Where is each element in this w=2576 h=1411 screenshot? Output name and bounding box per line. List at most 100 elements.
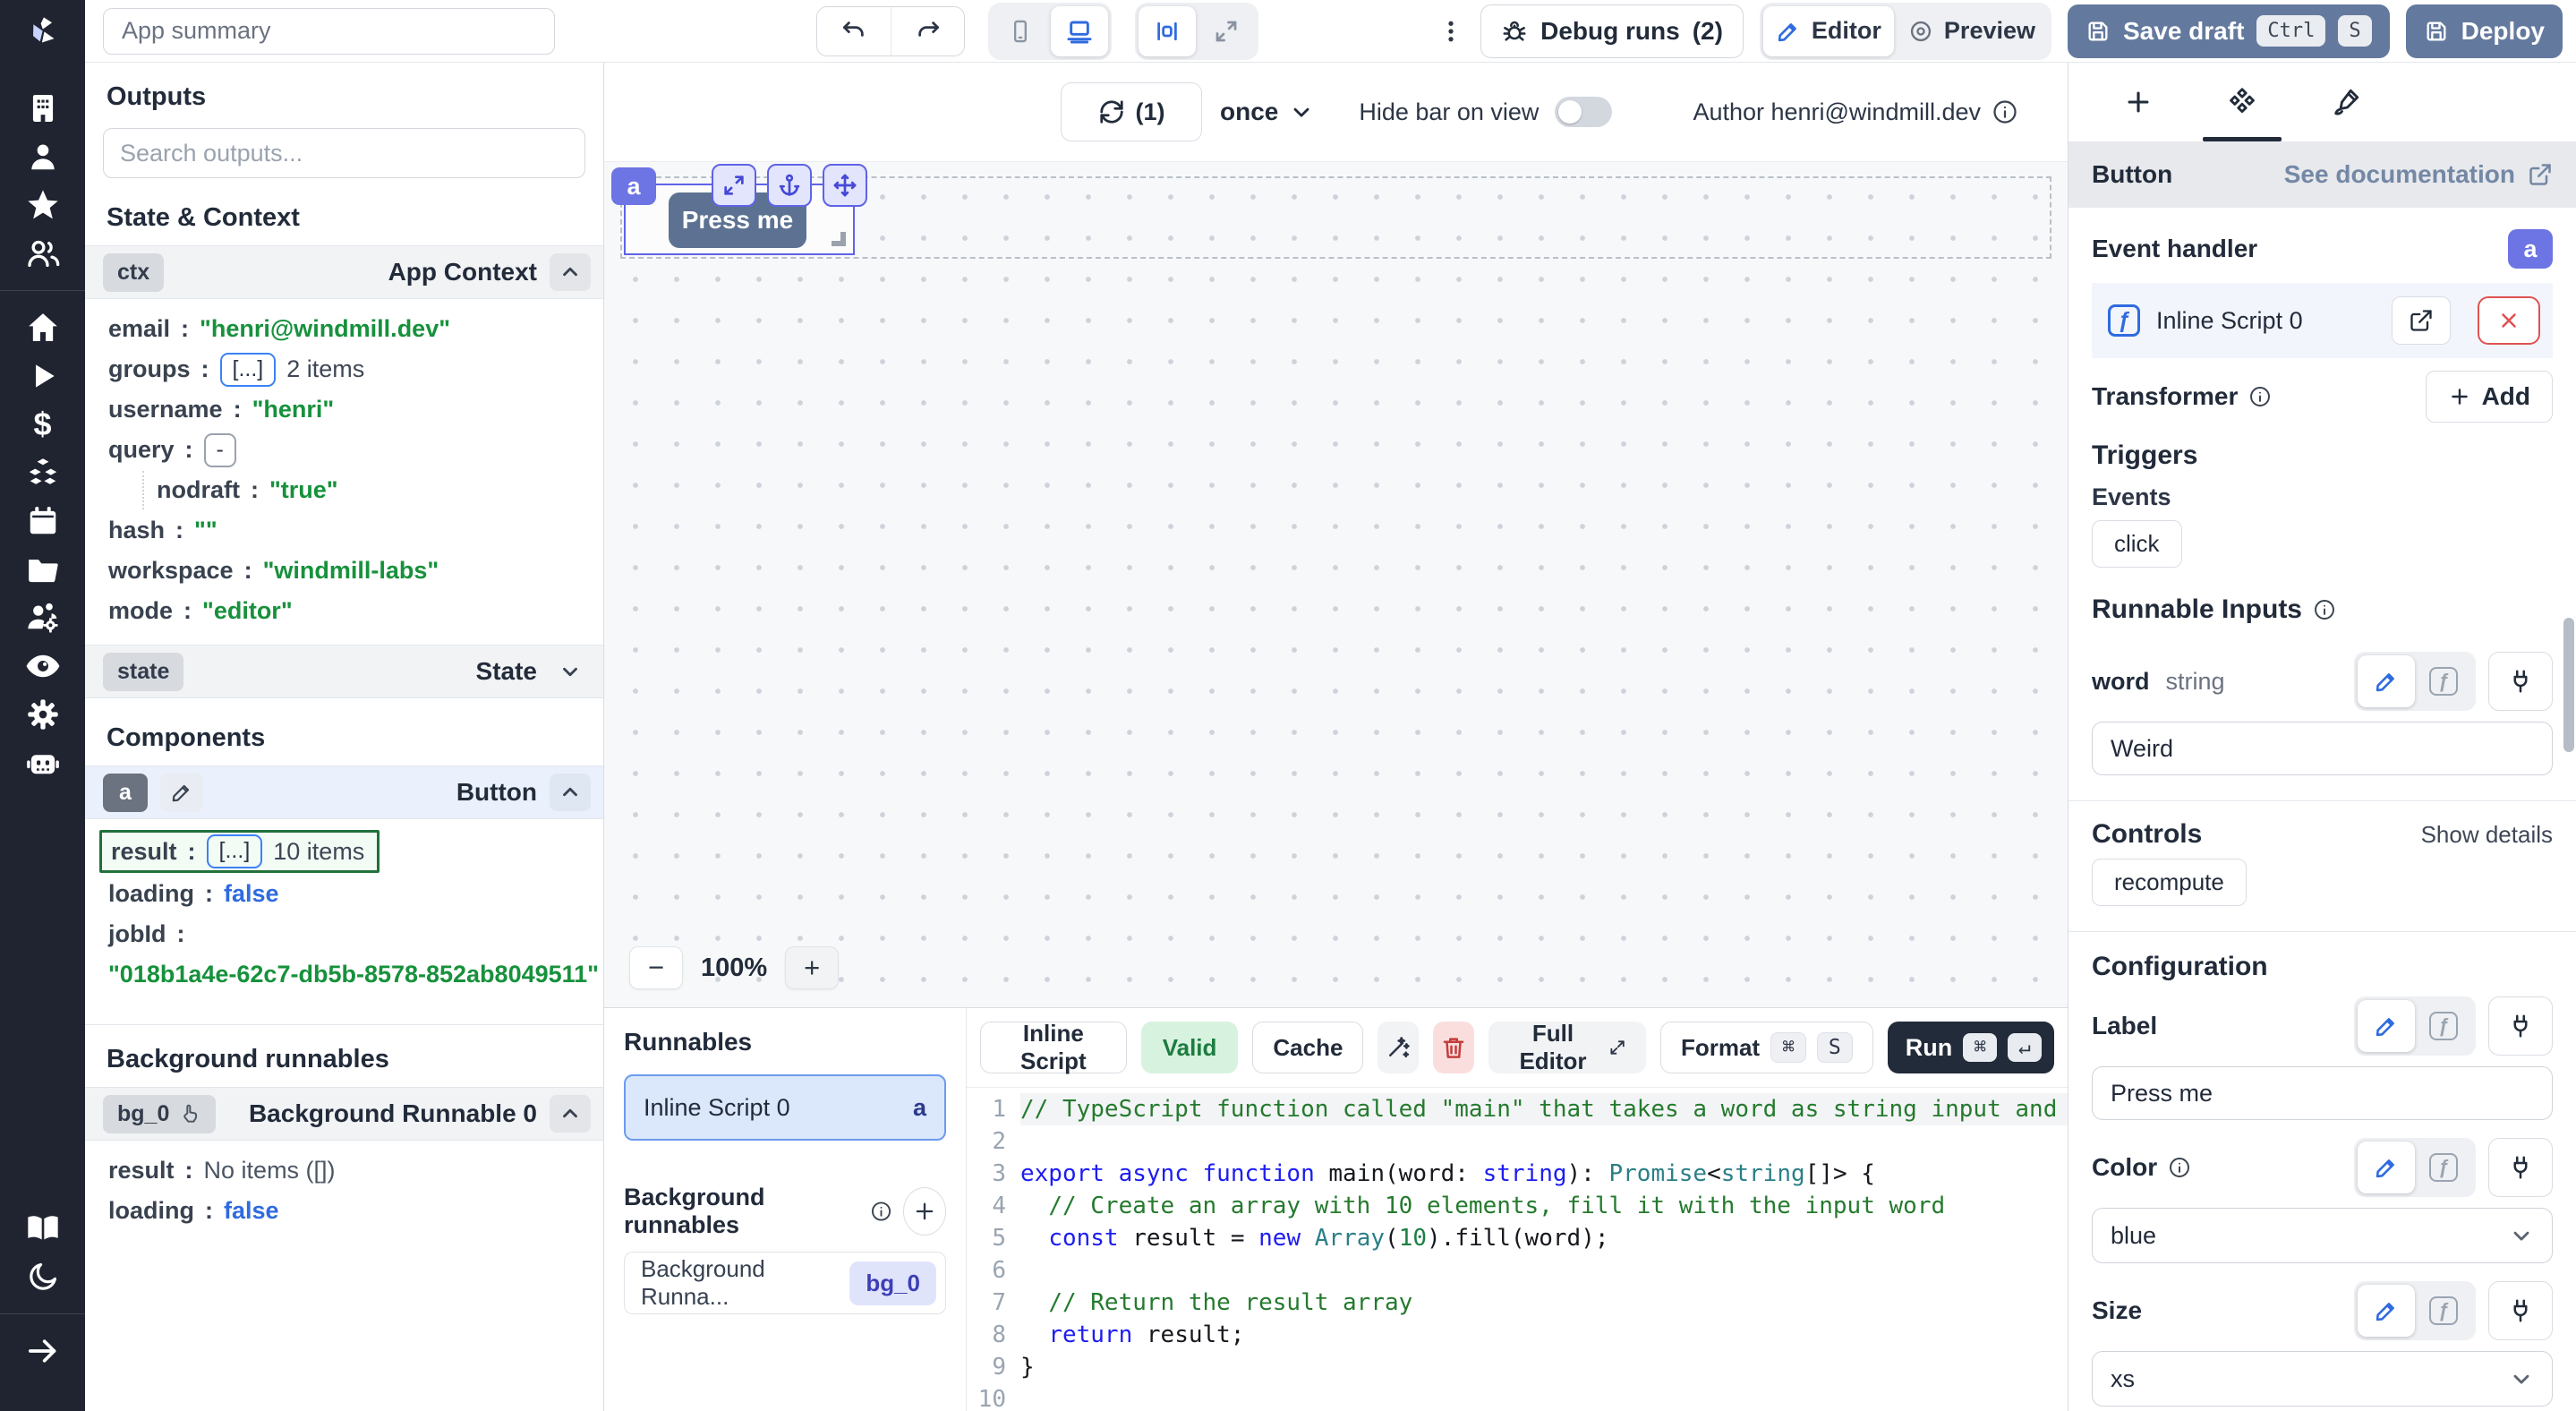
open-script-button[interactable] [2392, 296, 2451, 345]
component-settings-tab[interactable] [2190, 63, 2294, 141]
workers-user-cog-icon[interactable] [0, 594, 85, 642]
user-icon[interactable] [0, 133, 85, 181]
static-mode-button[interactable] [2358, 1000, 2415, 1052]
word-value-input[interactable] [2092, 722, 2553, 775]
scrollbar-thumb[interactable] [2563, 618, 2574, 752]
eval-mode-button[interactable]: ƒ [2415, 1000, 2472, 1052]
inline-script-tab[interactable]: Inline Script [980, 1022, 1127, 1073]
size-select[interactable]: xs [2092, 1351, 2553, 1407]
variables-dollar-icon[interactable]: $ [0, 400, 85, 449]
hide-bar-toggle[interactable] [1555, 97, 1612, 127]
schedules-calendar-icon[interactable] [0, 497, 85, 545]
move-handle[interactable] [823, 164, 867, 207]
expand-sidebar-arrow-icon[interactable] [0, 1327, 85, 1375]
add-transformer-button[interactable]: Add [2426, 371, 2553, 423]
event-script-row[interactable]: ƒ Inline Script 0 [2092, 283, 2553, 358]
styling-brush-tab[interactable] [2294, 63, 2398, 141]
expand-value-box[interactable]: - [204, 433, 236, 467]
chevron-down-icon[interactable] [550, 653, 591, 690]
mobile-view-button[interactable] [992, 6, 1049, 56]
audit-eye-icon[interactable] [0, 642, 85, 690]
state-section-header[interactable]: state State [85, 645, 603, 698]
code-area[interactable]: 12345678910 // TypeScript function calle… [967, 1087, 2068, 1411]
canvas-grid[interactable]: a [604, 161, 2068, 1007]
anchor-handle[interactable] [767, 164, 812, 207]
runnable-item-inline-script-0[interactable]: Inline Script 0 a [624, 1074, 946, 1141]
folders-icon[interactable] [0, 545, 85, 594]
docs-book-icon[interactable] [0, 1204, 85, 1253]
favorites-star-icon[interactable] [0, 181, 85, 229]
more-menu-button[interactable] [1437, 16, 1464, 47]
bg0-section-header[interactable]: bg_0 Background Runnable 0 [85, 1087, 603, 1141]
rename-pencil-icon[interactable] [160, 773, 203, 812]
full-width-button[interactable] [1198, 6, 1255, 56]
code-lines[interactable]: // TypeScript function called "main" tha… [1020, 1093, 2068, 1411]
runnable-item-bg0[interactable]: Background Runna... bg_0 [624, 1252, 946, 1314]
save-draft-button[interactable]: Save draft Ctrl S [2068, 4, 2390, 58]
expand-value-box[interactable]: [...] [207, 834, 263, 868]
connect-plug-button[interactable] [2488, 996, 2553, 1056]
code-line[interactable] [1020, 1125, 2068, 1158]
format-button[interactable]: Format ⌘ S [1660, 1022, 1873, 1073]
delete-script-button[interactable] [1433, 1022, 1474, 1073]
selected-button-component[interactable]: a [624, 184, 855, 255]
full-editor-button[interactable]: Full Editor [1488, 1022, 1646, 1073]
editor-tab[interactable]: Editor [1763, 6, 1894, 56]
expand-handle[interactable] [712, 164, 756, 207]
button-component-header[interactable]: a Button [85, 765, 603, 819]
zoom-out-button[interactable]: − [629, 946, 683, 989]
desktop-view-button[interactable] [1051, 6, 1108, 56]
run-button[interactable]: Run ⌘ ↵ [1888, 1022, 2054, 1073]
code-line[interactable]: // Create an array with 10 elements, fil… [1020, 1190, 2068, 1222]
static-mode-button[interactable] [2358, 1142, 2415, 1193]
undo-button[interactable] [817, 7, 891, 56]
show-details-link[interactable]: Show details [2421, 821, 2553, 849]
home-icon[interactable] [0, 304, 85, 352]
debug-runs-button[interactable]: Debug runs (2) [1480, 4, 1744, 58]
eval-mode-button[interactable]: ƒ [2415, 655, 2472, 707]
remove-script-button[interactable] [2478, 296, 2540, 345]
center-content-button[interactable] [1139, 6, 1196, 56]
cache-button[interactable]: Cache [1252, 1022, 1363, 1073]
label-value-input[interactable] [2092, 1066, 2553, 1120]
dark-mode-moon-icon[interactable] [0, 1253, 85, 1301]
settings-gear-icon[interactable] [0, 690, 85, 739]
chevron-up-icon[interactable] [550, 253, 591, 291]
deploy-button[interactable]: Deploy [2406, 4, 2563, 58]
code-line[interactable]: return result; [1020, 1319, 2068, 1351]
runs-play-icon[interactable] [0, 352, 85, 400]
chevron-up-icon[interactable] [550, 774, 591, 811]
resources-cubes-icon[interactable] [0, 449, 85, 497]
chevron-up-icon[interactable] [550, 1095, 591, 1133]
code-line[interactable]: // TypeScript function called "main" tha… [1020, 1093, 2068, 1125]
connect-plug-button[interactable] [2488, 1281, 2553, 1340]
static-mode-button[interactable] [2358, 655, 2415, 707]
connect-plug-button[interactable] [2488, 1138, 2553, 1197]
refresh-runnables-button[interactable]: (1) [1061, 82, 1202, 141]
expand-value-box[interactable]: [...] [220, 353, 277, 387]
redo-button[interactable] [891, 7, 964, 56]
eval-mode-button[interactable]: ƒ [2415, 1285, 2472, 1337]
ctx-section-header[interactable]: ctx App Context [85, 245, 603, 299]
ai-robot-icon[interactable] [0, 739, 85, 787]
click-event-chip[interactable]: click [2092, 520, 2182, 568]
color-select[interactable]: blue [2092, 1208, 2553, 1263]
add-background-runnable-button[interactable] [903, 1187, 946, 1236]
zoom-in-button[interactable]: + [785, 946, 839, 989]
code-line[interactable] [1020, 1254, 2068, 1287]
refresh-policy-dropdown[interactable]: once [1220, 98, 1314, 126]
code-line[interactable]: export async function main(word: string)… [1020, 1158, 2068, 1190]
connect-plug-button[interactable] [2488, 652, 2553, 711]
code-line[interactable]: } [1020, 1351, 2068, 1383]
preview-tab[interactable]: Preview [1896, 6, 2048, 56]
windmill-logo[interactable] [0, 0, 85, 63]
insert-component-tab[interactable] [2086, 63, 2190, 141]
eval-mode-button[interactable]: ƒ [2415, 1142, 2472, 1193]
search-outputs-input[interactable] [103, 128, 585, 178]
code-line[interactable]: // Return the result array [1020, 1287, 2068, 1319]
see-documentation-link[interactable]: See documentation [2284, 160, 2553, 189]
code-line[interactable] [1020, 1383, 2068, 1411]
static-mode-button[interactable] [2358, 1285, 2415, 1337]
recompute-chip[interactable]: recompute [2092, 859, 2247, 906]
workspace-building-icon[interactable] [0, 84, 85, 133]
